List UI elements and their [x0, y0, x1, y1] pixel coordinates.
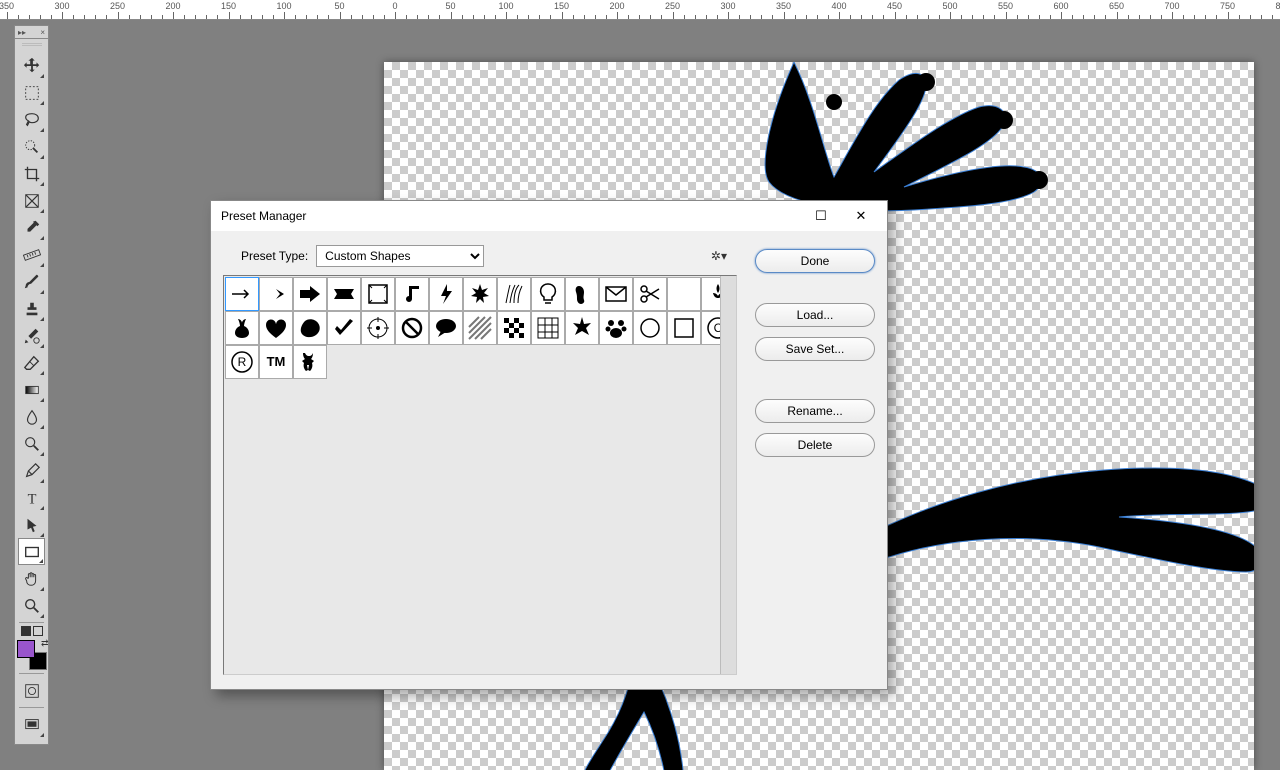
shape-preset-frame[interactable] [361, 277, 395, 311]
done-button[interactable]: Done [755, 249, 875, 273]
dialog-title: Preset Manager [221, 209, 801, 223]
shape-preset-circle-outline[interactable] [633, 311, 667, 345]
shape-preset-blob[interactable] [293, 311, 327, 345]
shape-preset-no-symbol[interactable] [395, 311, 429, 345]
grid-scrollbar[interactable] [720, 276, 736, 674]
shape-preset-grid[interactable] [531, 311, 565, 345]
svg-text:T: T [27, 491, 36, 507]
shape-preset-heart[interactable] [259, 311, 293, 345]
maximize-button[interactable]: ☐ [801, 202, 841, 230]
hand-tool[interactable] [18, 565, 45, 592]
dialog-titlebar[interactable]: Preset Manager ☐ ✕ [211, 201, 887, 231]
rename-button[interactable]: Rename... [755, 399, 875, 423]
marquee-tool[interactable] [18, 79, 45, 106]
move-tool[interactable] [18, 52, 45, 79]
toolbar-grip[interactable] [19, 42, 44, 48]
type-tool[interactable]: T [18, 484, 45, 511]
eyedropper-tool[interactable] [18, 214, 45, 241]
quick-select-tool[interactable] [18, 133, 45, 160]
shape-preset-checkerboard[interactable] [497, 311, 531, 345]
eraser-tool[interactable] [18, 349, 45, 376]
shape-preset-lightbulb[interactable] [531, 277, 565, 311]
foreground-color[interactable] [17, 640, 35, 658]
stamp-tool[interactable] [18, 295, 45, 322]
shape-preset-starburst[interactable] [463, 277, 497, 311]
toolbar-collapse-tab[interactable]: ▸▸× [14, 25, 49, 39]
dodge-tool[interactable] [18, 430, 45, 457]
shape-preset-rabbit[interactable] [225, 311, 259, 345]
shape-preset-arrow-bold[interactable] [293, 277, 327, 311]
screen-mode-tool[interactable] [18, 711, 45, 738]
shape-preset-deer[interactable] [293, 345, 327, 379]
swap-colors-icon[interactable]: ⇄ [41, 638, 49, 649]
history-brush-tool[interactable] [18, 322, 45, 349]
shape-preset-paw[interactable] [599, 311, 633, 345]
shape-preset-music-note[interactable] [395, 277, 429, 311]
pen-tool[interactable] [18, 457, 45, 484]
shape-preset-speech-bubble[interactable] [429, 311, 463, 345]
gradient-tool[interactable] [18, 376, 45, 403]
lasso-tool[interactable] [18, 106, 45, 133]
horizontal-ruler: 3503002502001501005005010015020025030035… [0, 0, 1280, 20]
shape-preset-trademark[interactable]: TM [259, 345, 293, 379]
preset-type-select[interactable]: Custom Shapes [316, 245, 484, 267]
svg-text:TM: TM [267, 354, 286, 369]
preset-type-label: Preset Type: [241, 249, 308, 263]
shape-tool[interactable] [18, 538, 45, 565]
shape-preset-checkmark[interactable] [327, 311, 361, 345]
shape-preset-banner[interactable] [327, 277, 361, 311]
path-select-tool[interactable] [18, 511, 45, 538]
shape-preset-arrow-thin[interactable] [225, 277, 259, 311]
shape-preset-blank[interactable] [667, 277, 701, 311]
shape-preset-star-sharp[interactable] [565, 311, 599, 345]
shape-preset-envelope[interactable] [599, 277, 633, 311]
shape-preset-lightning[interactable] [429, 277, 463, 311]
load-button[interactable]: Load... [755, 303, 875, 327]
close-button[interactable]: ✕ [841, 202, 881, 230]
preset-manager-dialog: Preset Manager ☐ ✕ Preset Type: Custom S… [210, 200, 888, 690]
blur-tool[interactable] [18, 403, 45, 430]
save-set-button[interactable]: Save Set... [755, 337, 875, 361]
shape-preset-registered[interactable]: R [225, 345, 259, 379]
slice-tool[interactable] [18, 187, 45, 214]
shape-preset-foot[interactable] [565, 277, 599, 311]
crop-tool[interactable] [18, 160, 45, 187]
zoom-tool[interactable] [18, 592, 45, 619]
shape-preset-square-outline[interactable] [667, 311, 701, 345]
shape-preset-target[interactable] [361, 311, 395, 345]
brush-tool[interactable] [18, 268, 45, 295]
preset-grid: CRTM [223, 275, 737, 675]
shape-preset-grass[interactable] [497, 277, 531, 311]
shape-preset-diagonal-lines[interactable] [463, 311, 497, 345]
quick-mask-tool[interactable] [18, 677, 45, 704]
shape-preset-arrow-medium[interactable] [259, 277, 293, 311]
tools-palette: T ⇄ [14, 38, 49, 745]
shape-preset-scissors[interactable] [633, 277, 667, 311]
flyout-menu-icon[interactable]: ✲▾ [711, 249, 727, 263]
color-swatches[interactable]: ⇄ [17, 640, 47, 670]
ruler-tool[interactable] [18, 241, 45, 268]
canvas-shape-right [874, 432, 1254, 642]
svg-text:R: R [238, 355, 247, 369]
delete-button[interactable]: Delete [755, 433, 875, 457]
